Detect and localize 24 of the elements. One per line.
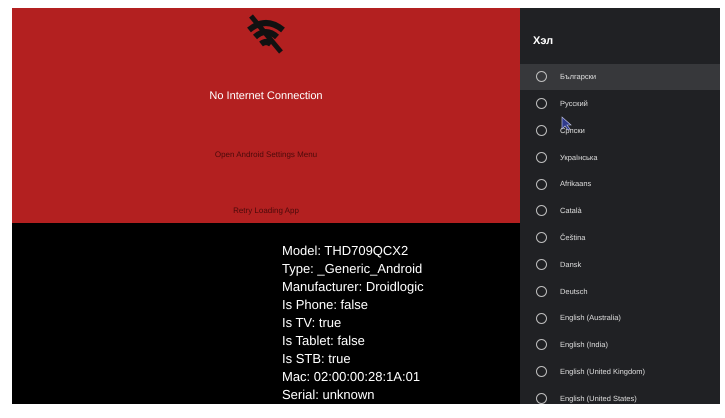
radio-button[interactable] [536,392,547,404]
device-info-line: Mac: 02:00:00:28:1A:01 [282,368,422,386]
radio-button[interactable] [536,124,547,136]
radio-button[interactable] [536,71,547,82]
radio-button[interactable] [536,232,547,244]
panel-title: Хэл [532,34,554,49]
radio-button[interactable] [536,152,547,163]
device-info-line: Type: _Generic_Android [282,260,424,278]
radio-button[interactable] [536,205,547,216]
radio-button[interactable] [536,258,547,270]
device-info-line: Manufacturer: Droidlogic [282,278,425,296]
radio-button[interactable] [536,339,547,350]
error-message: No Internet Connection [209,89,323,104]
radio-button[interactable] [536,286,547,297]
radio-button[interactable] [536,366,547,378]
device-info-line: Is TV: true [282,314,342,332]
radio-button[interactable] [536,312,547,324]
device-info-line: Is Phone: false [282,296,369,314]
radio-button[interactable] [536,98,547,110]
radio-button[interactable] [536,178,547,190]
device-info-line: Model: THD709QCX2 [282,242,410,260]
device-info-line: Serial: unknown [282,386,376,404]
device-info-line: Is Tablet: false [282,332,366,350]
device-info-line: Is STB: true [282,350,352,368]
